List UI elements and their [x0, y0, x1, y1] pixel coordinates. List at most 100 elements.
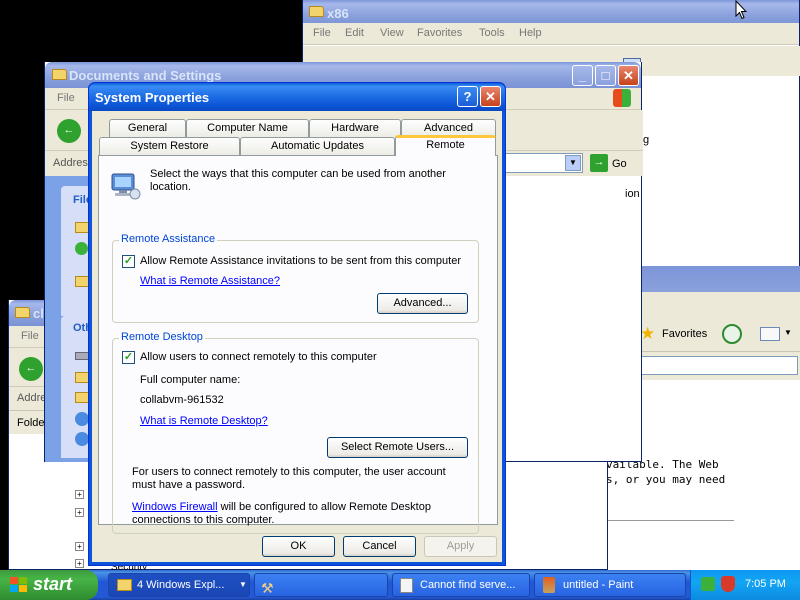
firewall-note: Windows Firewall will be configured to a… [132, 501, 472, 527]
close-button[interactable]: ✕ [618, 65, 639, 86]
document-icon [400, 578, 413, 593]
dialog-titlebar[interactable]: System Properties ? ✕ [89, 83, 505, 111]
x86-menubar: File Edit View Favorites Tools Help [303, 23, 799, 45]
help-button[interactable]: ? [457, 86, 478, 107]
taskbar-item-label: Cannot find serve... [420, 579, 516, 591]
what-is-remote-desktop-link[interactable]: What is Remote Desktop? [140, 415, 268, 427]
allow-remote-desktop-checkbox[interactable]: ✓ [122, 351, 135, 364]
folder-icon [75, 372, 89, 383]
menu-favorites[interactable]: Favorites [417, 27, 462, 39]
tool-icon: ⚒ [261, 580, 274, 596]
x86-title: x86 [327, 6, 349, 21]
tab-general[interactable]: General [109, 119, 186, 138]
full-computer-name-value: collabvm-961532 [140, 394, 224, 406]
chevron-down-icon[interactable]: ▼ [784, 328, 792, 337]
taskbar-item-label: 4 Windows Expl... [137, 579, 225, 591]
maximize-button[interactable]: □ [595, 65, 616, 86]
tree-expander-3[interactable]: + [75, 542, 84, 551]
minimize-button[interactable]: _ [572, 65, 593, 86]
tab-system-restore[interactable]: System Restore [99, 137, 240, 156]
ok-button[interactable]: OK [262, 536, 335, 557]
folder-icon [309, 6, 324, 17]
favorites-star-icon: ★ [640, 324, 656, 343]
windows-logo-icon [613, 89, 631, 107]
remote-tab-panel: Select the ways that this computer can b… [98, 155, 498, 534]
drive-icon [75, 352, 89, 360]
remote-assistance-title: Remote Assistance [119, 233, 218, 245]
allow-remote-desktop-label[interactable]: Allow users to connect remotely to this … [140, 351, 377, 363]
taskbar: start 4 Windows Expl... ▼ ⚒ Cannot find … [0, 570, 800, 600]
menu-file[interactable]: File [21, 330, 39, 342]
full-computer-name-label: Full computer name: [140, 374, 241, 386]
favorites-button[interactable]: Favorites [662, 328, 707, 340]
tab-computer-name[interactable]: Computer Name [186, 119, 309, 138]
menu-edit[interactable]: Edit [345, 27, 364, 39]
folder-icon [75, 276, 89, 287]
clock: 7:05 PM [745, 578, 786, 590]
paint-icon [543, 577, 555, 593]
allow-remote-assistance-checkbox[interactable]: ✓ [122, 255, 135, 268]
address-input[interactable]: ▼ [503, 153, 583, 173]
network-icon [75, 432, 89, 446]
taskbar-item-tool[interactable]: ⚒ [254, 573, 388, 597]
tab-automatic-updates[interactable]: Automatic Updates [240, 137, 395, 156]
password-note: For users to connect remotely to this co… [132, 466, 446, 491]
partial-text-g: g [643, 134, 650, 146]
computer-monitor-icon [109, 170, 141, 205]
start-label: start [33, 574, 73, 594]
tab-remote[interactable]: Remote [395, 135, 496, 156]
folder-icon [52, 69, 67, 80]
system-properties-dialog: System Properties ? ✕ General Computer N… [88, 82, 506, 566]
menu-file[interactable]: File [313, 27, 331, 39]
tree-expander-1[interactable]: + [75, 490, 84, 499]
share-icon [75, 242, 88, 255]
dialog-title: System Properties [95, 90, 210, 105]
cancel-button[interactable]: Cancel [343, 536, 416, 557]
network-icon [75, 412, 89, 426]
select-remote-users-button[interactable]: Select Remote Users... [327, 437, 468, 458]
partial-text-ion: ion [625, 188, 640, 200]
taskbar-item-paint[interactable]: untitled - Paint [534, 573, 686, 597]
go-arrow-icon[interactable]: → [590, 154, 608, 172]
docs-title: Documents and Settings [69, 68, 222, 83]
system-tray: 7:05 PM [690, 570, 800, 600]
page-divider [604, 520, 734, 521]
chevron-down-icon: ▼ [239, 580, 247, 589]
back-arrow-icon[interactable]: ← [19, 357, 43, 381]
chevron-down-icon[interactable]: ▼ [565, 155, 581, 171]
allow-remote-assistance-label[interactable]: Allow Remote Assistance invitations to b… [140, 255, 461, 267]
menu-help[interactable]: Help [519, 27, 542, 39]
windows-logo-icon [10, 577, 27, 593]
go-button[interactable]: Go [612, 158, 627, 170]
folder-icon [117, 579, 132, 591]
cl-title: cl [33, 306, 44, 321]
page-text-line-2: s, or you may need [606, 473, 726, 486]
menu-file[interactable]: File [57, 92, 75, 104]
advanced-button[interactable]: Advanced... [377, 293, 468, 314]
tab-hardware[interactable]: Hardware [309, 119, 401, 138]
start-button[interactable]: start [0, 570, 98, 600]
tree-expander-4[interactable]: + [75, 559, 84, 568]
mouse-pointer-icon [735, 0, 748, 23]
taskbar-item-browser[interactable]: Cannot find serve... [392, 573, 530, 597]
menu-tools[interactable]: Tools [479, 27, 505, 39]
dialog-body: General Computer Name Hardware Advanced … [92, 111, 502, 562]
intro-text: Select the ways that this computer can b… [150, 168, 446, 193]
menu-view[interactable]: View [380, 27, 404, 39]
address-label: Addres [53, 157, 88, 169]
folder-icon [75, 222, 89, 233]
history-icon[interactable] [722, 324, 742, 344]
close-button[interactable]: ✕ [480, 86, 501, 107]
back-arrow-icon[interactable]: ← [57, 119, 81, 143]
address-label: Addre [17, 392, 47, 404]
mail-icon[interactable] [760, 327, 780, 341]
tree-expander-2[interactable]: + [75, 508, 84, 517]
apply-button[interactable]: Apply [424, 536, 497, 557]
windows-firewall-link[interactable]: Windows Firewall [132, 501, 218, 513]
what-is-remote-assistance-link[interactable]: What is Remote Assistance? [140, 275, 280, 287]
folder-icon [15, 307, 30, 318]
folder-icon [75, 392, 89, 403]
network-tray-icon[interactable] [701, 577, 715, 591]
security-shield-icon[interactable] [721, 576, 735, 592]
taskbar-item-windows-explorer[interactable]: 4 Windows Expl... ▼ [108, 573, 250, 597]
